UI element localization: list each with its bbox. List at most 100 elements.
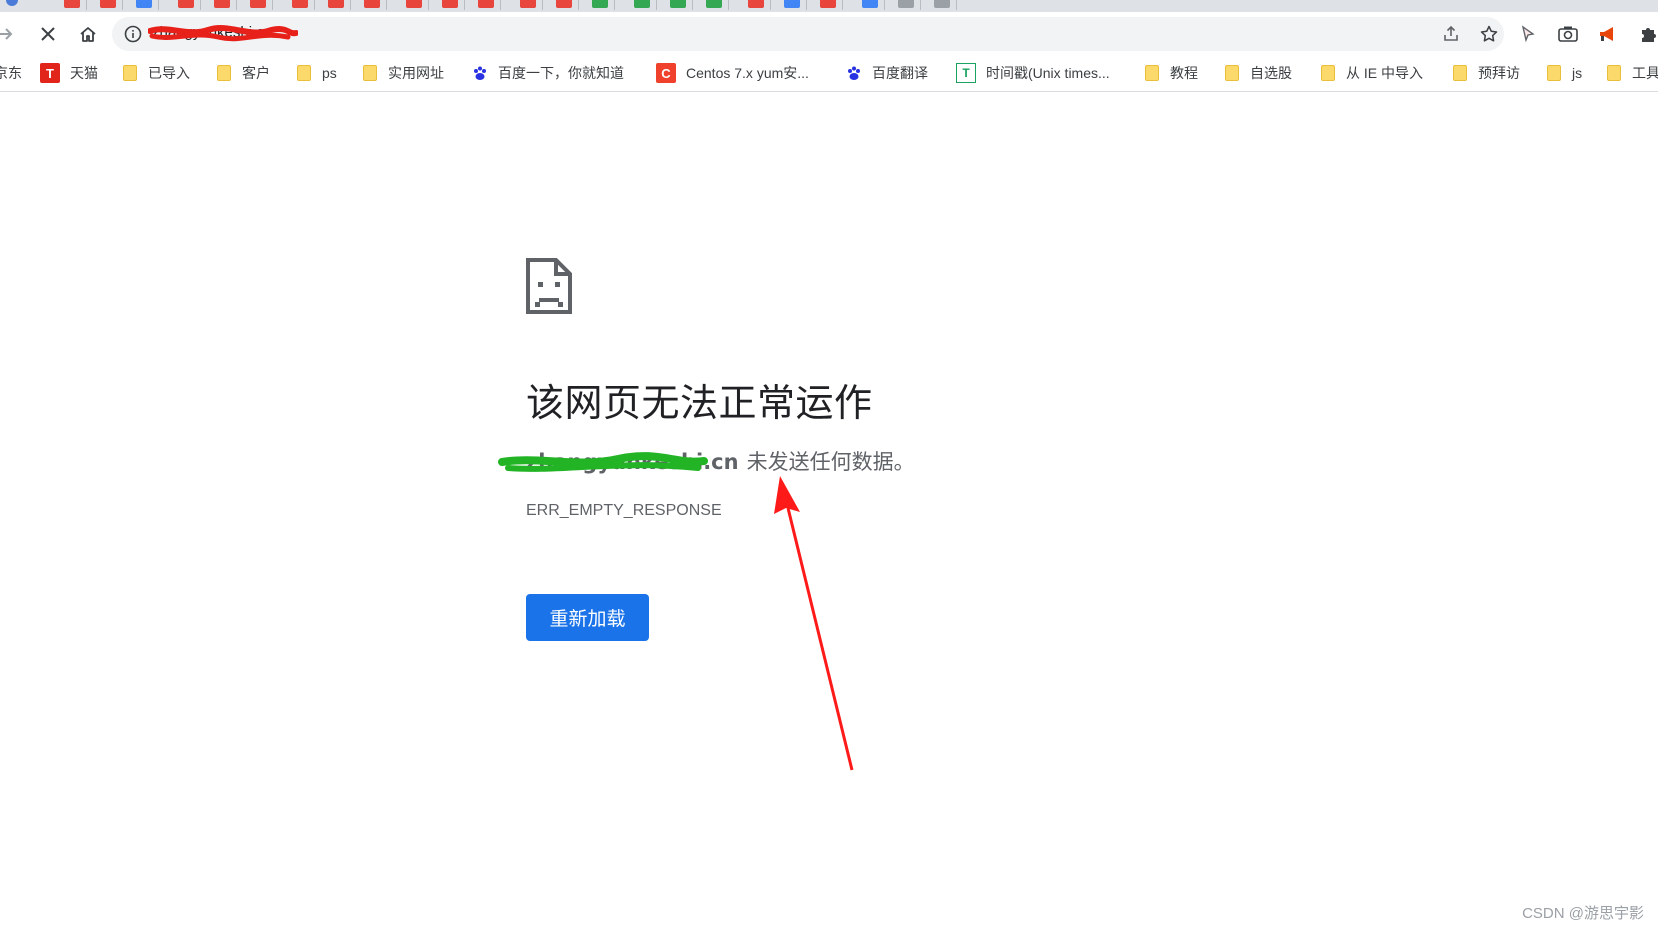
bookmark-label: 预拜访 [1478,65,1520,81]
tab-favicon[interactable] [862,0,878,8]
tab-separator [272,0,273,10]
tab-favicon[interactable] [934,0,950,8]
camera-icon [1558,26,1578,42]
folder-icon [1452,65,1468,81]
bookmark-timestamp[interactable]: T 时间戳(Unix times... [956,62,1110,84]
tmall-favicon: T [40,63,60,83]
bookmark-folder-clients[interactable]: 客户 [216,62,270,84]
tab-separator [806,0,807,10]
bookmark-label: 自选股 [1250,65,1292,81]
bookmark-jd[interactable]: 京东 [0,62,22,84]
bookmark-label: ps [322,65,337,81]
info-icon[interactable] [124,25,142,43]
tab-favicon[interactable] [178,0,194,8]
tab-separator [500,0,501,10]
tab-strip[interactable] [0,0,1658,12]
tab-separator [464,0,465,10]
tab-favicon[interactable] [748,0,764,8]
tab-favicon[interactable] [364,0,380,8]
tab-favicon[interactable] [442,0,458,8]
arrow-right-icon [0,28,13,40]
error-host: zhangyunkeshi.cn [498,450,739,474]
tab-separator [122,0,123,10]
tab-favicon[interactable] [556,0,572,8]
tab-favicon[interactable] [214,0,230,8]
tab-favicon[interactable] [64,0,80,8]
tab-favicon[interactable] [100,0,116,8]
active-tab-indicator [6,0,18,6]
sad-document-icon [526,258,572,314]
extensions-button[interactable] [1632,18,1658,50]
home-button[interactable] [72,18,104,50]
tab-favicon[interactable] [820,0,836,8]
bookmark-folder-ps[interactable]: ps [296,62,337,84]
tab-favicon[interactable] [478,0,494,8]
url-redaction-scribble [148,24,298,42]
extension-megaphone-button[interactable] [1592,18,1624,50]
tab-separator [428,0,429,10]
error-heading: 该网页无法正常运作 [526,381,873,425]
tab-favicon[interactable] [592,0,608,8]
bookmark-folder-previsit[interactable]: 预拜访 [1452,62,1520,84]
tab-favicon[interactable] [784,0,800,8]
browser-window: zhangyunkeshi.cn 京东 [0,0,1658,933]
bookmark-label: Centos 7.x yum安... [686,65,809,81]
timestamp-t-icon: T [956,63,976,83]
bookmark-label: 客户 [242,65,270,81]
bookmark-folder-tools[interactable]: 工具 [1606,62,1658,84]
close-icon [41,27,55,41]
tab-separator [656,0,657,10]
error-code: ERR_EMPTY_RESPONSE [526,502,722,519]
bookmark-label: 已导入 [148,65,190,81]
tab-favicon[interactable] [328,0,344,8]
star-icon [1480,25,1498,42]
reload-button[interactable]: 重新加载 [526,594,649,641]
bookmark-tmall[interactable]: T 天猫 [40,62,98,84]
bookmark-label: 百度翻译 [872,65,928,81]
bookmark-baidu[interactable]: 百度一下，你就知道 [472,62,624,84]
folder-icon [216,65,232,81]
bookmark-label: 京东 [0,65,22,81]
tab-favicon[interactable] [406,0,422,8]
tab-favicon[interactable] [292,0,308,8]
home-icon [80,27,96,42]
tab-favicon[interactable] [634,0,650,8]
bookmark-folder-stocks[interactable]: 自选股 [1224,62,1292,84]
watermark: CSDN @游思宇影 [1522,905,1644,922]
tab-separator [236,0,237,10]
bookmark-folder-imported[interactable]: 已导入 [122,62,190,84]
tab-separator [200,0,201,10]
extension-camera-button[interactable] [1552,18,1584,50]
tab-separator [158,0,159,10]
tab-separator [920,0,921,10]
bookmark-folder-useful-sites[interactable]: 实用网址 [362,62,444,84]
bookmark-centos-csdn[interactable]: C Centos 7.x yum安... [656,62,809,84]
tab-favicon[interactable] [250,0,266,8]
puzzle-piece-icon [1642,28,1656,42]
tab-separator [842,0,843,10]
bookmark-label: 教程 [1170,65,1198,81]
bookmark-folder-tutorials[interactable]: 教程 [1144,62,1198,84]
folder-icon [1320,65,1336,81]
folder-icon [1546,65,1562,81]
bookmark-folder-ie-import[interactable]: 从 IE 中导入 [1320,62,1423,84]
bookmark-label: 从 IE 中导入 [1346,65,1424,81]
tab-favicon[interactable] [898,0,914,8]
tab-favicon[interactable] [136,0,152,8]
tab-separator [578,0,579,10]
extension-cursor-button[interactable] [1512,18,1544,50]
share-button[interactable] [1440,23,1462,45]
tab-favicon[interactable] [520,0,536,8]
forward-button[interactable] [0,18,22,50]
bookmark-baidu-translate[interactable]: 百度翻译 [846,62,928,84]
tab-favicon[interactable] [670,0,686,8]
bookmark-star-button[interactable] [1478,23,1500,45]
tab-favicon[interactable] [706,0,722,8]
bookmarks-bar: 京东 T 天猫 已导入 客户 ps 实用网址 百度一下，你就知道 [0,56,1658,92]
bookmark-label: 实用网址 [388,65,444,81]
address-bar[interactable]: zhangyunkeshi.cn [112,17,1504,51]
folder-icon [1144,65,1160,81]
tab-separator [86,0,87,10]
bookmark-folder-js[interactable]: js [1546,62,1582,84]
stop-loading-button[interactable] [32,18,64,50]
